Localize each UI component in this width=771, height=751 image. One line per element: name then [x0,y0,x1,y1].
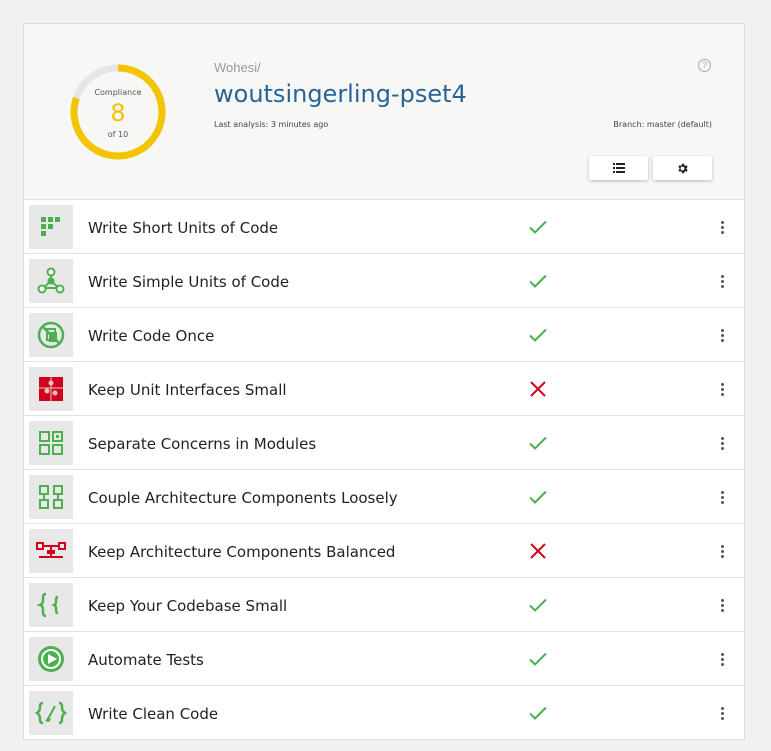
braces-icon [29,583,73,627]
more-options-icon[interactable] [712,217,732,237]
guideline-row[interactable]: Couple Architecture Components Loosely [24,470,744,524]
repo-header: Compliance 8 of 10 Wohesi/ woutsingerlin… [24,24,744,200]
check-icon [529,220,547,234]
compliance-total: of 10 [107,130,129,139]
more-options-icon[interactable] [712,325,732,345]
check-icon [529,436,547,450]
guideline-row[interactable]: Write Short Units of Code [24,200,744,254]
guideline-label: Keep Architecture Components Balanced [88,543,396,561]
list-view-button[interactable] [589,156,648,180]
guideline-row[interactable]: Keep Unit Interfaces Small [24,362,744,416]
guideline-row[interactable]: Keep Architecture Components Balanced [24,524,744,578]
more-options-icon[interactable] [712,379,732,399]
more-options-icon[interactable] [712,271,732,291]
settings-button[interactable] [653,156,712,180]
guideline-list: Write Short Units of Code Write Simple U… [24,200,744,740]
guideline-row[interactable]: Write Code Once [24,308,744,362]
guideline-row[interactable]: Separate Concerns in Modules [24,416,744,470]
compliance-title: Compliance [94,88,142,97]
question-circle-icon[interactable]: ? [698,59,711,72]
guideline-label: Write Short Units of Code [88,219,279,237]
cross-icon [530,381,546,397]
guideline-label: Write Simple Units of Code [88,273,290,291]
repo-name[interactable]: woutsingerling-pset4 [214,80,467,108]
more-options-icon[interactable] [712,703,732,723]
guideline-label: Couple Architecture Components Loosely [88,489,398,507]
check-icon [529,598,547,612]
guideline-label: Keep Unit Interfaces Small [88,381,287,399]
guideline-row[interactable]: Automate Tests [24,632,744,686]
components-icon [29,475,73,519]
simple-units-icon [29,259,73,303]
balance-icon [29,529,73,573]
gear-icon [678,163,688,173]
play-icon [29,637,73,681]
guideline-label: Write Clean Code [88,705,219,723]
compliance-card: Compliance 8 of 10 Wohesi/ woutsingerlin… [23,23,745,740]
more-options-icon[interactable] [712,433,732,453]
guideline-label: Automate Tests [88,651,204,669]
code-once-icon [29,313,73,357]
compliance-value: 8 [110,99,126,127]
guideline-row[interactable]: Keep Your Codebase Small [24,578,744,632]
guideline-row[interactable]: Write Clean Code [24,686,744,740]
guideline-label: Separate Concerns in Modules [88,435,317,453]
more-options-icon[interactable] [712,541,732,561]
guideline-row[interactable]: Write Simple Units of Code [24,254,744,308]
more-options-icon[interactable] [712,487,732,507]
compliance-gauge: Compliance 8 of 10 [68,62,168,162]
more-options-icon[interactable] [712,649,732,669]
branch-label: Branch: master (default) [613,120,712,129]
check-icon [529,328,547,342]
guideline-label: Write Code Once [88,327,215,345]
check-icon [529,274,547,288]
last-analysis: Last analysis: 3 minutes ago [214,120,329,129]
guideline-label: Keep Your Codebase Small [88,597,288,615]
clean-code-icon [29,691,73,735]
repo-owner[interactable]: Wohesi/ [214,60,261,75]
list-icon [612,163,625,173]
cross-icon [530,543,546,559]
short-units-icon [29,205,73,249]
check-icon [529,652,547,666]
puzzle-icon [29,367,73,411]
modules-icon [29,421,73,465]
check-icon [529,490,547,504]
check-icon [529,706,547,720]
more-options-icon[interactable] [712,595,732,615]
